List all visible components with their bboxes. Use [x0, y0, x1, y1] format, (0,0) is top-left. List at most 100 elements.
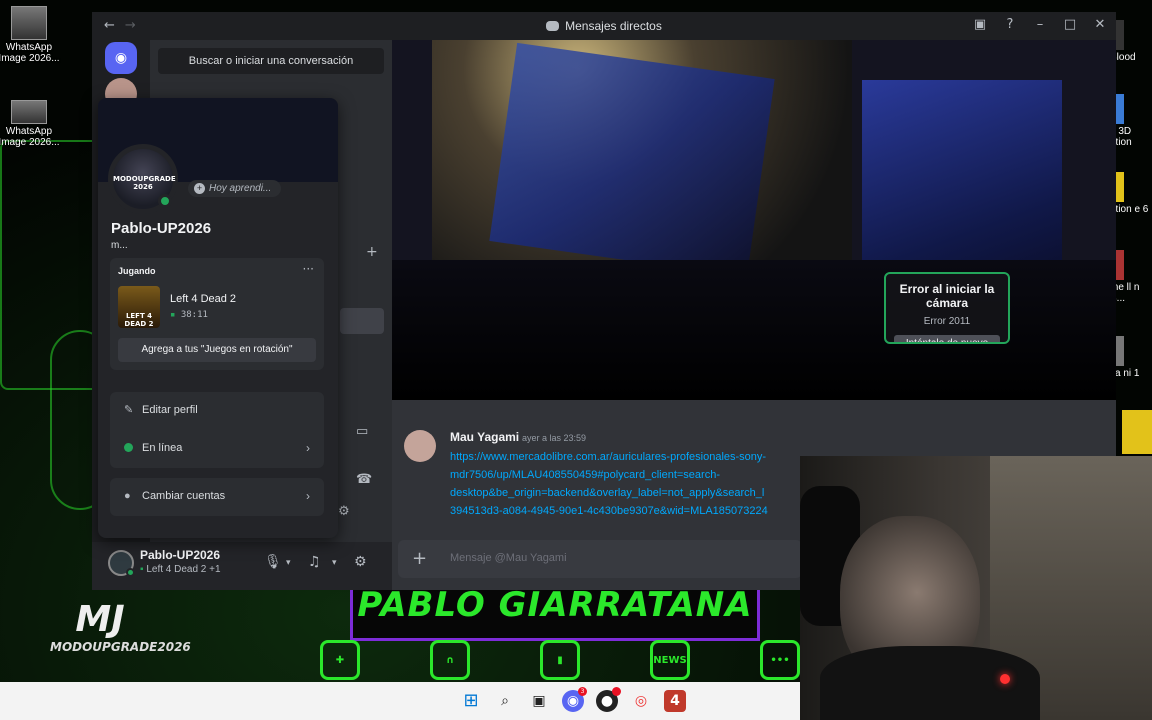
discord-taskbar-icon[interactable]: ◉ 3: [562, 687, 587, 712]
settings-gear-icon[interactable]: ⚙: [354, 554, 367, 570]
window-controls: ▣ ? – □ ✕: [972, 17, 1108, 32]
webcam-overlay: [800, 456, 1152, 720]
camera-retry-button[interactable]: Inténtalo de nuevo: [894, 335, 1000, 342]
message-author[interactable]: Mau Yagami: [450, 430, 519, 444]
phone-icon[interactable]: ☎: [356, 472, 372, 487]
gamepad-icon: ▪: [140, 564, 144, 575]
window-titlebar: ←→ Mensajes directos ▣ ? – □ ✕: [92, 12, 1116, 40]
wallpaper-icon-row: ✚ ∩ ▮ NEWS •••: [320, 640, 800, 682]
add-to-rotation-button[interactable]: Agrega a tus "Juegos en rotación": [118, 338, 316, 362]
image-thumbnail-icon: [11, 6, 47, 40]
desktop-icon-right-1[interactable]: Blood: [1110, 20, 1150, 63]
windows-start-icon[interactable]: ⊞: [460, 690, 482, 712]
wallpaper-mug-logo: MJ MODOUPGRADE2026: [50, 599, 191, 655]
online-status-dot: [126, 568, 135, 577]
custom-status-text: Hoy aprendi...: [209, 183, 272, 194]
search-icon[interactable]: ⌕: [494, 690, 516, 712]
message-link-line[interactable]: desktop&be_origin=backend&overlay_label=…: [450, 484, 800, 502]
game-elapsed-time: 38:11: [180, 310, 208, 320]
message-link-line[interactable]: https://www.mercadolibre.com.ar/auricula…: [450, 448, 800, 466]
video-poster-1: [489, 42, 775, 278]
desktop-icon-right-6[interactable]: [1122, 410, 1152, 454]
desktop-icon-whatsapp-image-1[interactable]: WhatsApp Image 2026...: [0, 6, 64, 64]
webcam-red-light: [1000, 674, 1010, 684]
user-panel-activity-text: Left 4 Dead 2 +1: [146, 564, 221, 575]
user-panel-activity: ▪ Left 4 Dead 2 +1: [140, 564, 221, 575]
edit-profile-label: Editar perfil: [142, 404, 198, 416]
message-author-avatar[interactable]: [404, 430, 436, 462]
window-title: Mensajes directos: [92, 19, 1116, 33]
camera-error-dialog: Error al iniciar la cámara Error 2011 In…: [884, 272, 1010, 344]
switch-accounts-item[interactable]: ● Cambiar cuentas ›: [110, 478, 324, 516]
mug-logo-text: MODOUPGRADE2026: [50, 640, 191, 654]
chrome-icon[interactable]: ◎: [630, 690, 652, 712]
camera-error-title: Error al iniciar la cámara: [899, 282, 995, 310]
attach-plus-icon[interactable]: +: [412, 548, 427, 569]
status-item[interactable]: En línea ›: [110, 430, 324, 468]
desktop-icon-right-4[interactable]: me ll n B...: [1110, 250, 1150, 304]
edit-profile-item[interactable]: ✎ Editar perfil: [110, 392, 324, 430]
game-name: Left 4 Dead 2: [170, 293, 237, 305]
game-cover-label: LEFT 4 DEAD 2: [124, 312, 154, 328]
news-icon: NEWS: [650, 640, 690, 680]
image-thumbnail-icon: [11, 100, 47, 124]
banner-title: PABLO GIARRATANA: [357, 585, 753, 625]
chevron-right-icon: ›: [306, 441, 310, 455]
maximize-icon[interactable]: □: [1062, 17, 1078, 32]
dm-list-item-selected[interactable]: [340, 308, 384, 334]
create-dm-plus-icon[interactable]: +: [366, 244, 378, 260]
more-options-icon[interactable]: ···: [303, 262, 314, 276]
gamepad-icon: ▪: [170, 310, 176, 320]
desktop-icon-whatsapp-image-2[interactable]: WhatsApp Image 2026...: [0, 100, 64, 148]
message-link-line[interactable]: 394513d3-a084-4945-90e1-4c430be9307e&wid…: [450, 502, 800, 520]
message-composer[interactable]: + Mensaje @Mau Yagami: [398, 540, 802, 578]
add-status-plus-icon: +: [194, 183, 205, 194]
video-call-area[interactable]: [392, 40, 1116, 400]
notification-dot: [612, 687, 621, 696]
desktop-icon-right-3[interactable]: ution e 6: [1110, 172, 1150, 215]
inbox-icon[interactable]: ▣: [972, 17, 988, 32]
pencil-icon: ✎: [124, 404, 134, 416]
user-panel: Pablo-UP2026 ▪ Left 4 Dead 2 +1 🎙 ▾ ♫ ▾ …: [92, 542, 392, 590]
desktop-icon-label: WhatsApp Image 2026...: [0, 42, 60, 64]
steam-icon[interactable]: ●: [596, 687, 621, 712]
discord-home-icon[interactable]: ◉: [105, 42, 137, 74]
headset-options-chevron-icon[interactable]: ▾: [332, 558, 337, 568]
left4dead-app-icon[interactable]: 4: [664, 690, 686, 712]
desktop-icon-label: WhatsApp Image 2026...: [0, 126, 60, 148]
profile-menu-primary: ✎ Editar perfil En línea ›: [110, 392, 324, 468]
desktop-icon-right-5[interactable]: za ni 1: [1110, 336, 1150, 379]
activity-label: Jugando: [118, 266, 156, 276]
settings-icon[interactable]: ⚙: [338, 504, 350, 519]
microphone-icon[interactable]: 🎙: [264, 554, 282, 570]
switch-accounts-label: Cambiar cuentas: [142, 490, 226, 502]
screen: WhatsApp Image 2026... WhatsApp Image 20…: [0, 0, 1152, 720]
notification-badge: 3: [578, 687, 587, 696]
minimize-icon[interactable]: –: [1032, 17, 1048, 32]
online-status-dot: [158, 194, 172, 208]
microphone-icon: ▮: [540, 640, 580, 680]
screen-share-icon[interactable]: ▭: [356, 424, 368, 439]
taskbar: ⊞ ⌕ ▣ ◉ 3 ● ◎ 4: [0, 682, 800, 720]
headset-icon[interactable]: ♫: [308, 554, 321, 570]
message-link-line[interactable]: mdr7506/up/MLAU408550459#polycard_client…: [450, 466, 800, 484]
task-view-icon[interactable]: ▣: [528, 690, 550, 712]
custom-status-bubble[interactable]: + Hoy aprendi...: [188, 180, 282, 197]
chevron-right-icon: ›: [306, 489, 310, 503]
desktop-icon-right-2[interactable]: n 3D ation: [1110, 94, 1150, 148]
game-cover-image: LEFT 4 DEAD 2: [118, 286, 160, 328]
inbox-dm-icon: [546, 21, 560, 31]
message-timestamp: ayer a las 23:59: [522, 433, 587, 443]
help-icon[interactable]: ?: [1002, 17, 1018, 32]
dm-search-button[interactable]: Buscar o iniciar una conversación: [158, 48, 384, 74]
user-panel-name[interactable]: Pablo-UP2026: [140, 548, 220, 562]
taskbar-icons: ⊞ ⌕ ▣ ◉ 3 ● ◎ 4: [460, 687, 686, 712]
close-icon[interactable]: ✕: [1092, 17, 1108, 32]
message-link[interactable]: https://www.mercadolibre.com.ar/auricula…: [450, 448, 800, 520]
mug-logo-mark: MJ: [75, 599, 125, 640]
profile-display-name: Pablo-UP2026: [111, 220, 212, 237]
message-input-placeholder[interactable]: Mensaje @Mau Yagami: [450, 552, 567, 564]
profile-avatar-text: MODOUPGRADE 2026: [113, 175, 176, 191]
profile-menu-secondary: ● Cambiar cuentas ›: [110, 478, 324, 516]
mic-options-chevron-icon[interactable]: ▾: [286, 558, 291, 568]
